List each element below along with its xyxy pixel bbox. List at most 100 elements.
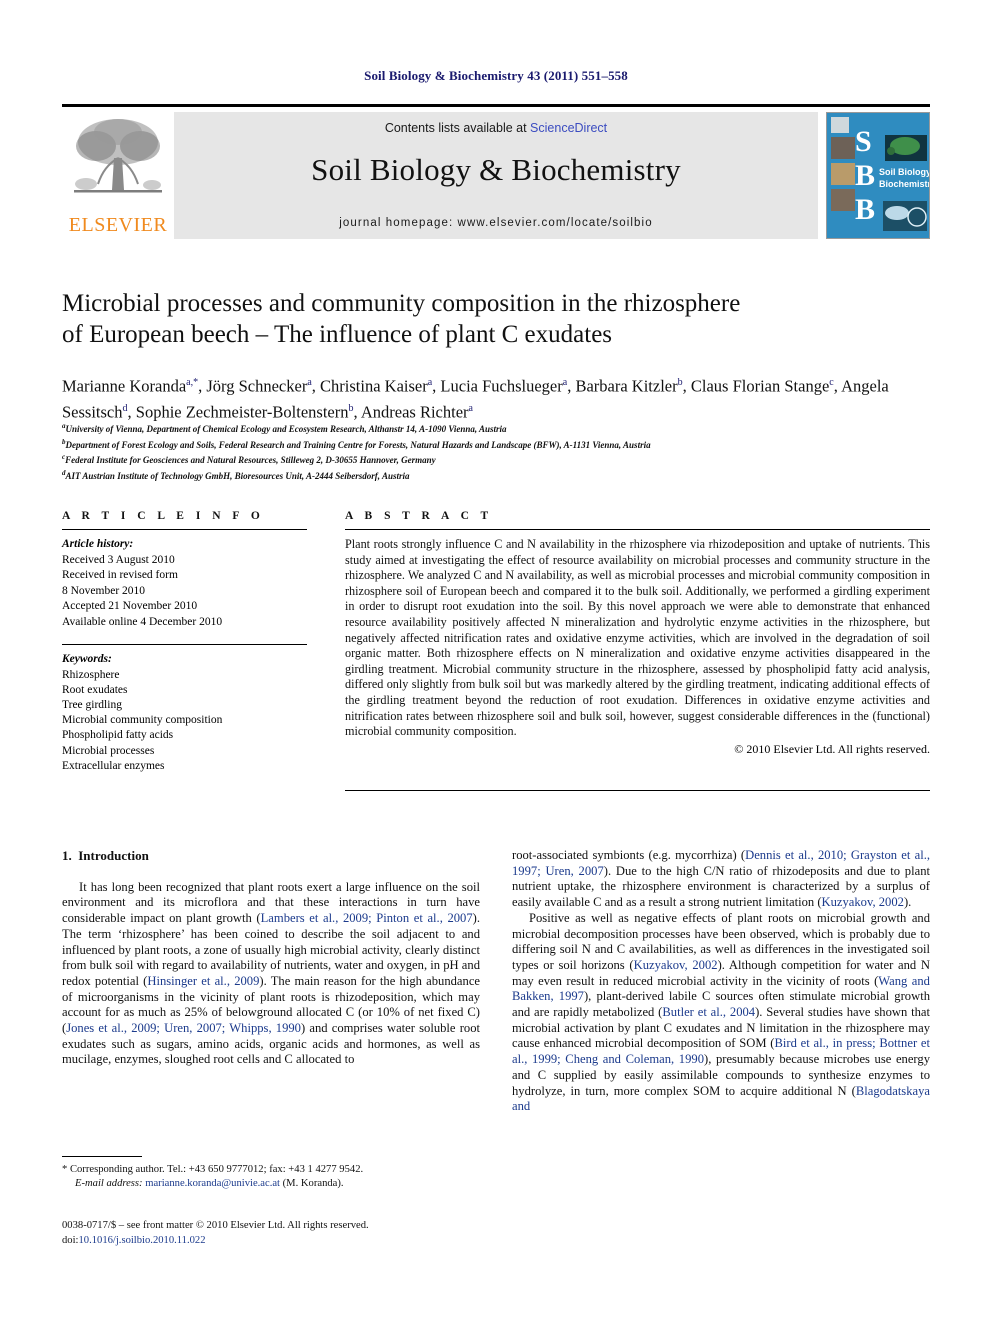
- author-name: Barbara Kitzler: [575, 376, 678, 396]
- journal-cover-thumbnail: S B B Soil Biology & Biochemistry: [826, 112, 930, 239]
- citation-link[interactable]: Jones et al., 2009; Uren, 2007; Whipps, …: [66, 1021, 301, 1035]
- doi-label: doi:: [62, 1234, 79, 1246]
- author-name: Lucia Fuchslueger: [440, 376, 563, 396]
- keyword-item: Extracellular enzymes: [62, 759, 165, 772]
- body-text: root-associated symbionts (e.g. mycorrhi…: [512, 848, 746, 862]
- paper-page: Soil Biology & Biochemistry 43 (2011) 55…: [0, 0, 992, 1323]
- article-history-item: 8 November 2010: [62, 584, 146, 597]
- affiliation-item: cFederal Institute for Geosciences and N…: [62, 453, 436, 466]
- info-divider-top: [62, 529, 307, 530]
- keyword-item: Microbial processes: [62, 744, 155, 757]
- email-link[interactable]: marianne.koranda@univie.ac.at: [145, 1178, 280, 1189]
- author-name: Marianne Koranda: [62, 376, 187, 396]
- footnote-block: * Corresponding author. Tel.: +43 650 97…: [62, 1163, 482, 1191]
- right-paragraphs: root-associated symbionts (e.g. mycorrhi…: [512, 848, 930, 1115]
- author-affiliation-marker: a: [468, 402, 473, 414]
- svg-text:B: B: [855, 193, 875, 226]
- article-info-box: A R T I C L E I N F O Article history: R…: [62, 510, 307, 774]
- keywords-label: Keywords:: [62, 653, 112, 665]
- author-list: Marianne Korandaa,*, Jörg Schneckera, Ch…: [62, 376, 889, 422]
- journal-masthead: ELSEVIER Contents lists available at Sci…: [62, 104, 930, 239]
- author-affiliation-marker: a: [562, 377, 568, 388]
- author-affiliation-marker: a: [307, 377, 312, 388]
- keyword-item: Phospholipid fatty acids: [62, 729, 174, 742]
- title-line-1: Microbial processes and community compos…: [62, 290, 741, 317]
- keyword-item: Microbial community composition: [62, 714, 223, 727]
- doi-link[interactable]: 10.1016/j.soilbio.2010.11.022: [78, 1235, 205, 1246]
- author-affiliation-marker: a,*: [186, 377, 199, 388]
- article-history-list: Received 3 August 2010 Received in revise…: [62, 553, 307, 631]
- author-name: Jörg Schnecker: [206, 376, 308, 396]
- body-column-right: root-associated symbionts (e.g. mycorrhi…: [512, 848, 930, 1115]
- article-history-item: Accepted 21 November 2010: [62, 600, 198, 612]
- elsevier-tree-icon: [74, 119, 162, 193]
- svg-text:S: S: [855, 125, 872, 158]
- journal-band: Contents lists available at ScienceDirec…: [174, 112, 818, 239]
- corresponding-author-note: * Corresponding author. Tel.: +43 650 97…: [62, 1164, 364, 1175]
- affiliation-marker: c: [62, 453, 66, 462]
- affiliation-marker: d: [62, 468, 66, 477]
- elsevier-logo: ELSEVIER: [62, 112, 174, 239]
- running-head: Soil Biology & Biochemistry 43 (2011) 55…: [364, 68, 628, 83]
- cover-artwork-icon: S B B Soil Biology & Biochemistry: [827, 113, 929, 238]
- svg-text:Soil Biology &: Soil Biology &: [879, 167, 929, 177]
- article-history-label: Article history:: [62, 538, 134, 550]
- article-history-item: Received in revised form: [62, 569, 178, 581]
- article-info-heading: A R T I C L E I N F O: [62, 510, 265, 522]
- abstract-heading: A B S T R A C T: [345, 510, 493, 522]
- body-column-left: 1. Introduction It has long been recogni…: [62, 848, 480, 1068]
- affiliation-list: aUniversity of Vienna, Department of Che…: [62, 420, 932, 482]
- svg-text:B: B: [855, 159, 875, 192]
- affiliation-item: bDepartment of Forest Ecology and Soils,…: [62, 437, 651, 450]
- section-title: Introduction: [78, 848, 149, 863]
- abstract-box: A B S T R A C T Plant roots strongly inf…: [345, 510, 930, 757]
- info-divider-mid: [62, 644, 307, 645]
- sciencedirect-link[interactable]: ScienceDirect: [530, 121, 607, 135]
- author-affiliation-marker: c: [829, 377, 834, 388]
- journal-title: Soil Biology & Biochemistry: [311, 152, 681, 187]
- email-suffix: (M. Koranda).: [282, 1178, 344, 1189]
- abstract-divider-top: [345, 529, 930, 530]
- body-paragraph: It has long been recognized that plant r…: [62, 880, 480, 1068]
- article-title: Microbial processes and community compos…: [62, 288, 862, 350]
- keyword-item: Root exudates: [62, 683, 128, 696]
- citation-link[interactable]: Lambers et al., 2009; Pinton et al., 200…: [261, 911, 473, 925]
- article-history-item: Received 3 August 2010: [62, 553, 175, 566]
- abstract-copyright: © 2010 Elsevier Ltd. All rights reserved…: [734, 741, 930, 756]
- section-heading: 1. Introduction: [62, 848, 480, 864]
- elsevier-wordmark: ELSEVIER: [68, 214, 168, 236]
- citation-link[interactable]: Kuzyakov, 2002: [634, 958, 718, 972]
- abstract-divider-bottom: [345, 790, 930, 791]
- section-number: 1.: [62, 848, 72, 863]
- abstract-text: Plant roots strongly influence C and N a…: [345, 537, 930, 739]
- author-affiliation-marker: b: [677, 377, 683, 388]
- author-affiliation-marker: a: [427, 377, 433, 388]
- email-note: E-mail address: marianne.koranda@univie.…: [62, 1177, 482, 1191]
- keyword-item: Rhizosphere: [62, 668, 120, 681]
- author-name: Claus Florian Stange: [690, 376, 830, 396]
- citation-link[interactable]: Kuzyakov, 2002: [822, 895, 904, 909]
- contents-available-line: Contents lists available at ScienceDirec…: [174, 121, 818, 135]
- author-affiliation-marker: b: [348, 402, 354, 414]
- author-affiliation-marker: d: [122, 402, 128, 414]
- author-name: Sophie Zechmeister-Boltenstern: [135, 402, 349, 421]
- affiliation-item: dAIT Austrian Institute of Technology Gm…: [62, 468, 410, 481]
- body-text: ).: [903, 895, 912, 910]
- left-paragraphs: It has long been recognized that plant r…: [62, 880, 480, 1068]
- affiliation-item: aUniversity of Vienna, Department of Che…: [62, 422, 507, 434]
- journal-homepage[interactable]: journal homepage: www.elsevier.com/locat…: [174, 217, 818, 229]
- affiliation-marker: b: [62, 437, 66, 446]
- doi-line: doi:10.1016/j.soilbio.2010.11.022: [62, 1234, 492, 1249]
- keyword-item: Tree girdling: [62, 698, 122, 711]
- author-name: Christina Kaiser: [320, 376, 428, 396]
- affiliation-marker: a: [62, 422, 66, 430]
- citation-link[interactable]: Butler et al., 2004: [662, 1005, 755, 1019]
- author-name: Andreas Richter: [360, 402, 469, 421]
- citation-link[interactable]: Hinsinger et al., 2009: [147, 974, 259, 988]
- footnote-rule: [62, 1156, 142, 1157]
- keywords-list: Rhizosphere Root exudates Tree girdling Mic…: [62, 668, 307, 774]
- issn-line: 0038-0717/$ – see front matter © 2010 El…: [62, 1220, 369, 1231]
- svg-text:Biochemistry: Biochemistry: [879, 179, 929, 189]
- email-label: E-mail address:: [75, 1178, 143, 1189]
- title-line-2: of European beech – The influence of pla…: [62, 321, 613, 348]
